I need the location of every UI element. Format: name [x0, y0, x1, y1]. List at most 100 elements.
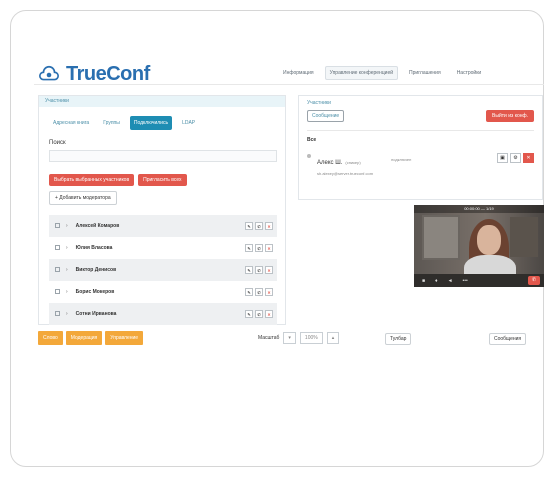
- video-title: 00:00:00 — 1/19: [414, 205, 544, 213]
- video-controls: ■ ♦ ◄ •••: [414, 274, 544, 287]
- invite-all-button[interactable]: Пригласить всех: [138, 173, 187, 186]
- phone-icon[interactable]: ✆: [255, 221, 263, 230]
- row-expand-icon[interactable]: ›: [66, 223, 68, 229]
- video-person-face: [477, 225, 501, 255]
- zoom-decrease-button[interactable]: ▾: [283, 332, 296, 344]
- edit-icon[interactable]: ✎: [245, 309, 253, 318]
- video-window-shape: [422, 215, 460, 260]
- nav-conference-control[interactable]: Управление конференцией: [324, 66, 399, 80]
- status-dot-icon: [307, 154, 311, 158]
- edit-icon[interactable]: ✎: [245, 243, 253, 252]
- control-button[interactable]: Управление: [105, 331, 144, 345]
- row-actions: ✎ ✆ ✕: [245, 287, 273, 296]
- list-item[interactable]: › Алексей Комаров ✎ ✆ ✕: [49, 214, 277, 237]
- nav-settings[interactable]: Настройки: [452, 66, 487, 80]
- remove-icon[interactable]: ✕: [523, 153, 534, 163]
- video-preview[interactable]: 00:00:00 — 1/19 ■ ♦ ◄ ••• ✆: [414, 205, 544, 287]
- participants-panel: Участники Адресная книга Группы Подключи…: [38, 95, 286, 325]
- edit-icon[interactable]: ✎: [245, 221, 253, 230]
- participant-name: Юлия Власова: [75, 244, 113, 251]
- nav-invitations[interactable]: Приглашения: [404, 66, 446, 80]
- row-checkbox[interactable]: [55, 311, 60, 316]
- participants-panel-header: Участники: [39, 96, 285, 107]
- edit-icon[interactable]: ✎: [245, 265, 253, 274]
- phone-icon[interactable]: ✆: [255, 287, 263, 296]
- zoom-value: 100%: [299, 332, 323, 344]
- send-message-button[interactable]: Сообщение: [307, 110, 345, 122]
- more-icon[interactable]: •••: [463, 278, 468, 284]
- row-actions: ✎ ✆ ✕: [245, 221, 273, 230]
- leave-conference-button[interactable]: Выйти из конф.: [486, 110, 534, 122]
- video-shelf-shape: [510, 217, 538, 257]
- search-label: Поиск: [49, 140, 66, 146]
- delete-icon[interactable]: ✕: [265, 221, 273, 230]
- delete-icon[interactable]: ✕: [265, 265, 273, 274]
- member-info: Алекс Ш. (спикер) sh.alexey@server.trueco…: [317, 151, 373, 176]
- add-moderator-button[interactable]: + Добавить модератора: [49, 190, 117, 205]
- tab-groups[interactable]: Группы: [99, 116, 124, 130]
- member-email: sh.alexey@server.trueconf.com: [317, 171, 374, 176]
- floor-button[interactable]: Слово: [38, 331, 63, 345]
- delete-icon[interactable]: ✕: [265, 287, 273, 296]
- top-navigation: Информация Управление конференцией Пригл…: [278, 66, 486, 80]
- participant-name: Виктор Денисов: [75, 266, 117, 273]
- app-logo: TrueConf: [38, 63, 150, 86]
- member-name: Алекс Ш.: [317, 160, 343, 166]
- member-status: подключен: [391, 157, 412, 162]
- conference-panel-actions: Сообщение Выйти из конф.: [299, 110, 542, 122]
- screen-icon[interactable]: ▣: [497, 153, 508, 163]
- row-checkbox[interactable]: [55, 245, 60, 250]
- zoom-control: Масштаб ▾ 100% ▴: [258, 332, 340, 344]
- panel-divider: [307, 130, 534, 131]
- edit-icon[interactable]: ✎: [245, 287, 253, 296]
- speaker-icon[interactable]: ◄: [448, 278, 453, 284]
- row-expand-icon[interactable]: ›: [66, 289, 68, 295]
- toolbar-button[interactable]: Тулбар: [385, 333, 412, 345]
- header-divider: [34, 84, 544, 85]
- list-item[interactable]: › Борис Мокеров ✎ ✆ ✕: [49, 281, 277, 303]
- delete-icon[interactable]: ✕: [265, 243, 273, 252]
- settings-icon[interactable]: ⚙: [510, 153, 521, 163]
- nav-info[interactable]: Информация: [278, 66, 319, 80]
- zoom-increase-button[interactable]: ▴: [326, 332, 340, 344]
- member-role: (спикер): [345, 160, 361, 165]
- camera-icon[interactable]: ■: [422, 278, 425, 284]
- participant-name: Борис Мокеров: [75, 288, 115, 295]
- row-actions: ✎ ✆ ✕: [245, 243, 273, 252]
- conference-panel: Участники Сообщение Выйти из конф. Все А…: [298, 95, 543, 200]
- row-checkbox[interactable]: [55, 289, 60, 294]
- tab-ldap[interactable]: LDAP: [178, 116, 199, 130]
- participant-name: Сотни Ирванова: [75, 310, 117, 317]
- tab-address-book[interactable]: Адресная книга: [49, 116, 93, 130]
- phone-icon[interactable]: ✆: [255, 265, 263, 274]
- list-item[interactable]: › Виктор Денисов ✎ ✆ ✕: [49, 258, 277, 281]
- row-expand-icon[interactable]: ›: [66, 267, 68, 273]
- select-participants-button[interactable]: Выбрать выбранных участников: [49, 173, 135, 186]
- microphone-icon[interactable]: ♦: [435, 278, 438, 284]
- conference-panel-header: Участники: [307, 100, 331, 106]
- list-item[interactable]: › Сотни Ирванова ✎ ✆ ✕: [49, 302, 277, 325]
- member-row[interactable]: Алекс Ш. (спикер) sh.alexey@server.trueco…: [307, 151, 542, 176]
- delete-icon[interactable]: ✕: [265, 309, 273, 318]
- participant-actions: Выбрать выбранных участников Пригласить …: [49, 173, 285, 186]
- group-label: Все: [307, 137, 317, 143]
- tab-connected[interactable]: Подключились: [129, 116, 173, 130]
- chat-button[interactable]: Сообщения: [489, 333, 527, 345]
- row-checkbox[interactable]: [55, 223, 60, 228]
- phone-icon[interactable]: ✆: [255, 243, 263, 252]
- hang-up-icon[interactable]: ✆: [528, 276, 540, 285]
- participants-list: › Алексей Комаров ✎ ✆ ✕ › Юлия Власова ✎ ✆ ✕…: [49, 214, 277, 325]
- app-title: TrueConf: [66, 63, 150, 85]
- bottom-action-bar: Слово Модерация Управление: [38, 331, 144, 345]
- member-actions: ▣ ⚙ ✕: [497, 153, 534, 163]
- row-expand-icon[interactable]: ›: [66, 311, 68, 317]
- zoom-label: Масштаб: [258, 335, 280, 341]
- phone-icon[interactable]: ✆: [255, 309, 263, 318]
- search-input[interactable]: [49, 150, 277, 162]
- moderation-button[interactable]: Модерация: [65, 331, 103, 345]
- row-checkbox[interactable]: [55, 267, 60, 272]
- participants-tabs: Адресная книга Группы Подключились LDAP: [39, 107, 285, 130]
- row-expand-icon[interactable]: ›: [66, 245, 68, 251]
- list-item[interactable]: › Юлия Власова ✎ ✆ ✕: [49, 237, 277, 259]
- participant-name: Алексей Комаров: [75, 222, 120, 229]
